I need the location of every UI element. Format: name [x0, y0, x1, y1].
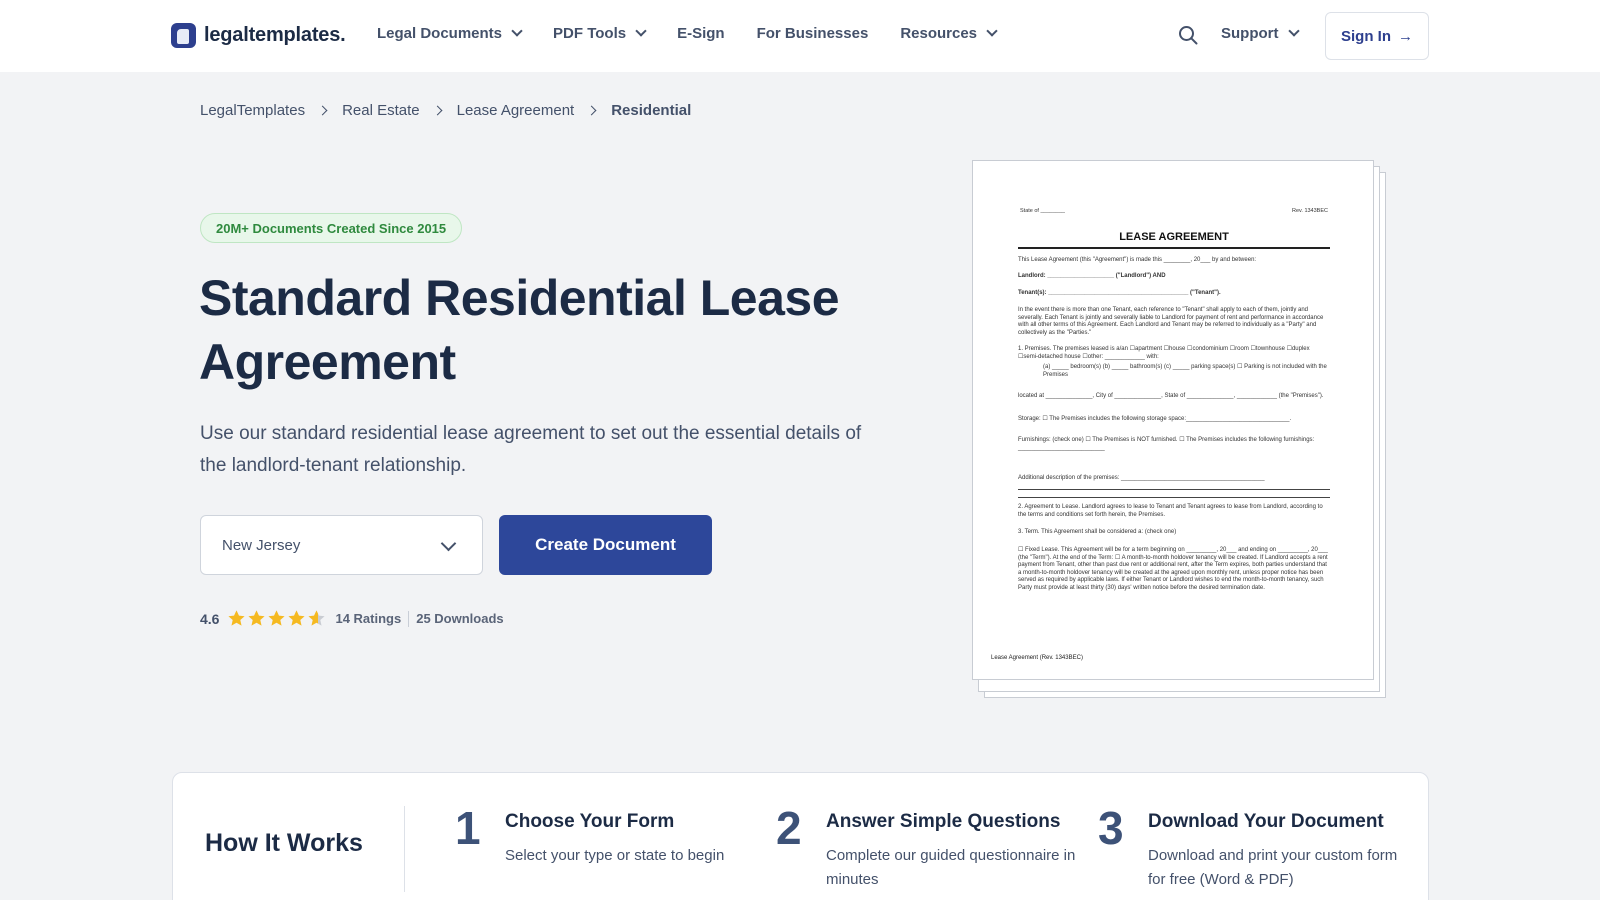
step-number: 1 [455, 802, 481, 854]
step-number: 2 [776, 802, 802, 854]
doc-term: 3. Term. This Agreement shall be conside… [1018, 529, 1177, 535]
logo-icon [171, 23, 196, 48]
breadcrumb-current: Residential [611, 102, 692, 119]
ratings-count: 14 Ratings [335, 611, 402, 626]
step-number: 3 [1098, 802, 1124, 854]
doc-intro: This Lease Agreement (this "Agreement") … [1018, 257, 1257, 263]
doc-landlord: Landlord: ____________________ ("Landlor… [1018, 273, 1166, 279]
doc-additional: Additional description of the premises: … [1018, 475, 1265, 481]
chevron-down-icon [635, 25, 647, 37]
step-description: Download and print your custom form for … [1148, 847, 1398, 888]
doc-premises-items: (a) _____ bedroom(s) (b) _____ bathroom(… [1043, 364, 1327, 378]
chevron-right-icon [586, 105, 597, 116]
step-title: Answer Simple Questions [826, 811, 1061, 832]
search-icon[interactable] [1178, 25, 1198, 45]
breadcrumb: LegalTemplates Real Estate Lease Agreeme… [200, 102, 691, 119]
chevron-down-icon [986, 25, 998, 37]
doc-tenants: Tenant(s): _____________________________… [1018, 290, 1221, 296]
star-half-icon [308, 610, 326, 626]
doc-premises: 1. Premises. The premises leased is a/an… [1018, 346, 1310, 360]
step-title: Download Your Document [1148, 811, 1384, 832]
logo-text: legaltemplates. [204, 24, 346, 46]
nav-legal-documents[interactable]: Legal Documents [377, 25, 523, 42]
doc-state-label: State of ________ [1020, 208, 1065, 214]
doc-rule [1018, 247, 1330, 249]
document-preview[interactable]: State of ________ Rev. 1343BEC LEASE AGR… [972, 160, 1386, 698]
nav-resources[interactable]: Resources [900, 25, 998, 42]
breadcrumb-item[interactable]: Lease Agreement [457, 102, 575, 119]
doc-storage: Storage: ☐ The Premises includes the fol… [1018, 416, 1292, 422]
nav-pdf-tools[interactable]: PDF Tools [553, 25, 647, 42]
downloads-count: 25 Downloads [416, 611, 504, 626]
step-description: Complete our guided questionnaire in min… [826, 847, 1076, 888]
doc-rev-label: Rev. 1343BEC [1292, 208, 1328, 214]
doc-blank-line [1018, 489, 1330, 490]
breadcrumb-item[interactable]: LegalTemplates [200, 102, 305, 119]
rating-value: 4.6 [200, 610, 220, 627]
star-icon [248, 610, 266, 626]
how-it-works-title: How It Works [205, 829, 363, 857]
doc-title: LEASE AGREEMENT [1119, 231, 1229, 243]
page-subtitle: Use our standard residential lease agree… [200, 423, 862, 476]
nav-for-businesses[interactable]: For Businesses [757, 25, 869, 42]
arrow-right-icon: → [1398, 27, 1413, 45]
divider [404, 806, 405, 892]
doc-fixed: ☐ Fixed Lease. This Agreement will be fo… [1018, 547, 1328, 591]
chevron-down-icon [440, 535, 457, 552]
doc-para1: In the event there is more than one Tena… [1018, 307, 1324, 336]
state-select[interactable]: New Jersey [200, 515, 483, 575]
rating-summary: 4.6 14 Ratings 25 Downloads [200, 609, 504, 628]
doc-located: located at ______________, City of _____… [1018, 393, 1324, 399]
star-icon [268, 610, 286, 626]
rating-stars [227, 609, 327, 628]
chevron-right-icon [317, 105, 328, 116]
state-select-value: New Jersey [222, 536, 301, 554]
doc-blank-line [1018, 497, 1330, 498]
doc-agreement: 2. Agreement to Lease. Landlord agrees t… [1018, 504, 1323, 518]
divider [408, 610, 410, 627]
preview-page-front: State of ________ Rev. 1343BEC LEASE AGR… [972, 160, 1374, 680]
doc-furnishings: Furnishings: (check one) ☐ The Premises … [1018, 437, 1315, 451]
breadcrumb-item[interactable]: Real Estate [342, 102, 420, 119]
chevron-right-icon [432, 105, 443, 116]
chevron-down-icon [1287, 25, 1300, 37]
step-description: Select your type or state to begin [505, 847, 725, 864]
chevron-down-icon [511, 25, 523, 37]
star-icon [228, 610, 246, 626]
create-document-button[interactable]: Create Document [499, 515, 712, 575]
step-title: Choose Your Form [505, 811, 675, 832]
nav-support[interactable]: Support [1221, 25, 1300, 42]
star-icon [288, 610, 306, 626]
doc-footer: Lease Agreement (Rev. 1343BEC) [991, 655, 1083, 661]
documents-created-badge: 20M+ Documents Created Since 2015 [200, 213, 463, 243]
main-nav: Legal Documents PDF Tools E-Sign For Bus… [377, 25, 1028, 42]
site-header: legaltemplates. Legal Documents PDF Tool… [0, 0, 1600, 72]
page-title: Standard Residential Lease Agreement [199, 270, 840, 390]
nav-e-sign[interactable]: E-Sign [677, 25, 725, 42]
sign-in-button[interactable]: Sign In → [1325, 12, 1429, 60]
site-logo[interactable]: legaltemplates. [171, 23, 346, 48]
how-it-works-panel: How It Works 1 Choose Your Form Select y… [172, 772, 1429, 900]
